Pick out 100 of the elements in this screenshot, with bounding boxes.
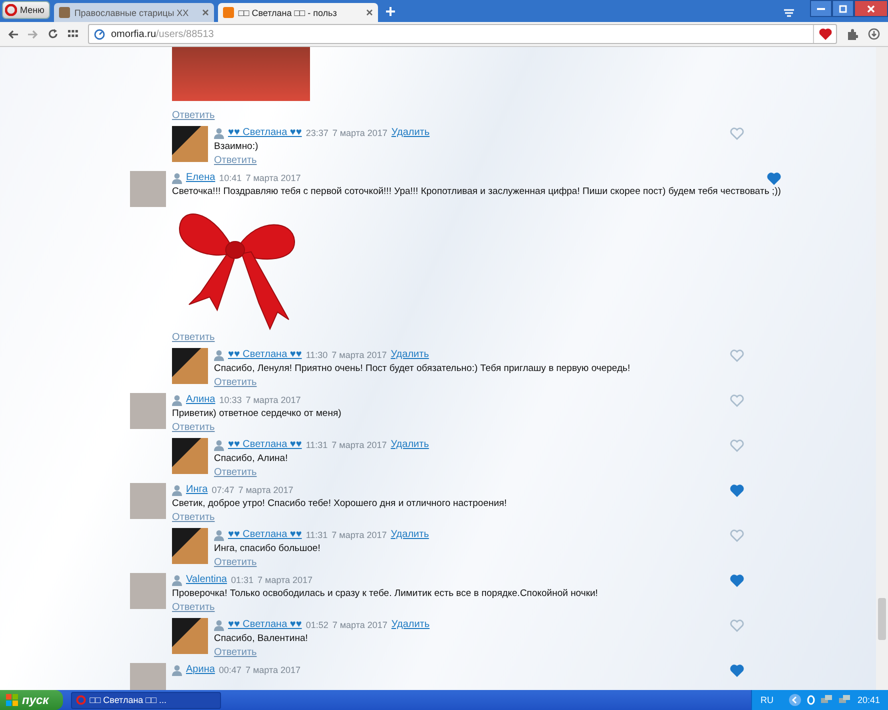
user-icon — [172, 664, 182, 676]
address-field[interactable]: omorfia.ru/users/88513 — [88, 24, 837, 44]
heart-icon[interactable] — [730, 484, 744, 496]
avatar-image — [172, 126, 208, 162]
author-link[interactable]: ♥♥ Светлана ♥♥ — [228, 348, 302, 362]
comment-time: 10:33 — [219, 394, 242, 407]
reply-link[interactable]: Ответить — [172, 109, 215, 122]
comment-text: Проверочка! Только освободилась и сразу к тебе. Лимитик есть все в порядке.Спокойной ночки! — [172, 587, 599, 601]
minimize-icon — [817, 8, 825, 10]
comment-text: Инга, спасибо большое! — [214, 542, 322, 556]
delete-link[interactable]: Удалить — [391, 618, 430, 632]
heart-icon[interactable] — [818, 28, 832, 40]
reply-link[interactable]: Ответить — [214, 466, 257, 479]
delete-link[interactable]: Удалить — [391, 126, 430, 140]
ring-icon — [5, 4, 17, 16]
user-icon — [214, 350, 224, 360]
photo-placeholder — [130, 483, 166, 519]
user-icon — [214, 128, 224, 138]
browser-tab[interactable]: Православные старицы XX — [54, 3, 214, 22]
reply-link[interactable]: Ответить — [172, 331, 215, 344]
reply-link[interactable]: Ответить — [214, 646, 257, 659]
author-link[interactable]: Елена — [186, 171, 216, 185]
avatar-image — [172, 528, 208, 564]
speed-icon — [94, 28, 105, 40]
start-button[interactable]: пуск — [0, 690, 63, 710]
comment-date: 7 марта 2017 — [238, 484, 294, 497]
avatar-image — [172, 348, 208, 384]
heart-icon[interactable] — [766, 172, 781, 184]
plus-icon[interactable] — [386, 7, 396, 16]
comment-date: 7 марта 2017 — [258, 574, 313, 587]
grid-icon[interactable] — [68, 30, 78, 38]
comment-date: 7 марта 2017 — [246, 394, 301, 407]
heart-icon[interactable] — [730, 664, 744, 676]
network-icon[interactable] — [839, 695, 852, 705]
back-icon[interactable] — [8, 30, 18, 38]
user-icon — [172, 172, 182, 184]
forward-icon[interactable] — [28, 30, 38, 38]
photo-placeholder — [130, 171, 166, 207]
language-indicator[interactable]: RU — [760, 695, 774, 705]
close-button[interactable] — [854, 0, 888, 17]
ring-icon[interactable] — [807, 695, 816, 705]
windows-logo-icon — [6, 694, 18, 706]
restore-button[interactable] — [832, 0, 854, 17]
user-icon — [214, 530, 224, 540]
author-link[interactable]: Арина — [186, 663, 215, 677]
comment-text: Спасибо, Ленуля! Приятно очень! Пост будет обязательно:) Тебя приглашу в первую очередь! — [214, 362, 632, 376]
comment-time: 01:31 — [230, 574, 254, 587]
author-link[interactable]: Алина — [186, 393, 216, 407]
reload-icon[interactable] — [48, 29, 58, 39]
comment-text: Спасибо, Валентина! — [214, 632, 309, 646]
author-link[interactable]: Valentina — [186, 573, 227, 587]
comment-text: Приветик) ответное сердечко от меня) — [172, 407, 342, 421]
comment-text: Светик, доброе утро! Спасибо тебе! Хорошего дня и отличного настроения! — [172, 497, 508, 511]
network-icon[interactable] — [821, 695, 834, 705]
comment-time: 11:31 — [306, 439, 328, 452]
browser-tab[interactable]: □□ Светлана □□ - польз — [218, 3, 378, 22]
avatar-image — [172, 438, 208, 474]
reply-link[interactable]: Ответить — [172, 511, 215, 524]
user-icon — [172, 394, 182, 406]
photo-placeholder — [130, 573, 166, 609]
favicon-icon — [59, 7, 70, 18]
puzzle-icon[interactable] — [847, 28, 858, 40]
delete-link[interactable]: Удалить — [390, 348, 429, 362]
tab-menu-icon[interactable] — [784, 9, 794, 18]
reply-link[interactable]: Ответить — [172, 601, 215, 614]
comment-time: 00:47 — [218, 664, 242, 677]
close-icon — [867, 4, 875, 12]
comment-text: Спасибо, Алина! — [214, 452, 289, 466]
reply-link[interactable]: Ответить — [214, 556, 257, 569]
user-icon — [214, 440, 224, 450]
delete-link[interactable]: Удалить — [390, 438, 429, 452]
comment-text: Светочка!!! Поздравляю тебя с первой соточкой!!! Ура!!! Кропотливая и заслуженная цифра! Пиши скорее пост) будем тебя чествовать ;)) — [172, 185, 781, 199]
scroll-thumb[interactable] — [878, 598, 886, 640]
comment-time: 01:52 — [306, 619, 328, 632]
comment-time: 11:30 — [306, 349, 328, 362]
author-link[interactable]: ♥♥ Светлана ♥♥ — [228, 438, 302, 452]
reply-link[interactable]: Ответить — [214, 154, 257, 167]
close-icon[interactable] — [366, 9, 374, 16]
comment-date: 7 марта 2017 — [332, 619, 388, 632]
ring-icon — [76, 695, 86, 705]
reply-link[interactable]: Ответить — [172, 421, 215, 434]
reply-link[interactable]: Ответить — [214, 376, 257, 389]
author-link[interactable]: ♥♥ Светлана ♥♥ — [228, 126, 302, 140]
chevron-icon[interactable] — [789, 694, 802, 706]
comment-time: 23:37 — [306, 127, 328, 140]
comment-time: 10:41 — [219, 172, 242, 185]
menu-button[interactable]: Меню — [2, 1, 50, 19]
author-link[interactable]: ♥♥ Светлана ♥♥ — [228, 528, 302, 542]
comment-date: 7 марта 2017 — [246, 172, 301, 185]
taskbar-button[interactable]: □□ Светлана □□ ... — [70, 692, 221, 708]
comment-date: 7 марта 2017 — [332, 127, 388, 140]
scrollbar[interactable] — [876, 47, 888, 690]
delete-link[interactable]: Удалить — [390, 528, 429, 542]
restore-icon — [839, 4, 847, 12]
close-icon[interactable] — [202, 9, 210, 16]
author-link[interactable]: ♥♥ Светлана ♥♥ — [228, 618, 302, 632]
minimize-button[interactable] — [810, 0, 832, 17]
download-icon[interactable] — [868, 28, 880, 40]
heart-icon[interactable] — [730, 574, 744, 586]
author-link[interactable]: Инга — [186, 483, 208, 497]
